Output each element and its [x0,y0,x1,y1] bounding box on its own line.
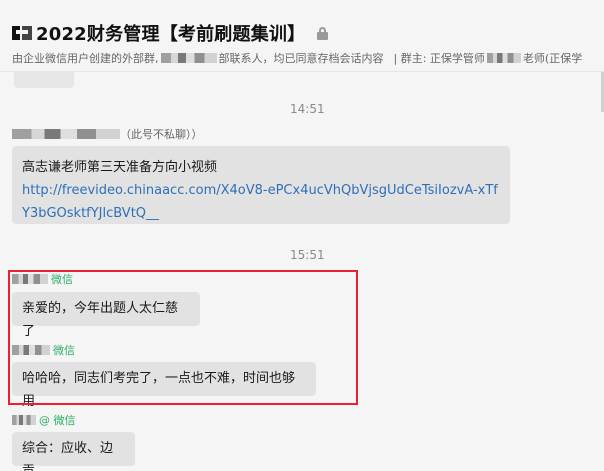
video-link[interactable]: http://freevideo.chinaacc.com/X4oV8-ePCx… [22,179,500,225]
sender-name-redacted [12,129,120,139]
timestamp: 15:51 [290,248,325,262]
subtitle-prefix: 由企业微信用户创建的外部群, [12,52,159,65]
chat-title-row: 2022财务管理【考前刷题集训】 [12,20,329,46]
highlight-annotation [8,270,358,405]
message-text: 高志谦老师第三天准备方向小视频 [22,160,218,175]
message-bubble-partial [14,72,74,88]
message-bubble[interactable]: 高志谦老师第三天准备方向小视频 http://freevideo.chinaac… [12,146,510,224]
chat-header: 2022财务管理【考前刷题集训】 由企业微信用户创建的外部群, 部联系人，均已同… [0,0,604,72]
sender-note: （此号不私聊）） [120,128,203,141]
message-bubble[interactable]: 综合：应收、边贡 [12,432,135,471]
message-sender: @ 微信 [12,412,76,428]
redacted-owner [486,53,521,63]
group-avatar-icon [12,24,34,42]
subtitle-suffix: 部联系人，均已同意存档会话内容 [218,52,384,65]
message-sender: （此号不私聊）） [12,126,203,142]
timestamp: 14:51 [290,102,325,116]
sender-name-redacted [12,415,36,425]
wechat-tag: @ 微信 [39,414,76,427]
group-owner-suffix: 老师(正保学 [522,52,583,65]
message-text: 综合：应收、边贡 [22,441,114,471]
lock-icon [317,26,329,40]
group-owner-label: | 群主: 正保学管师 [393,52,485,65]
chat-subtitle: 由企业微信用户创建的外部群, 部联系人，均已同意存档会话内容 | 群主: 正保学… [12,50,582,66]
redacted-text [160,53,217,63]
chat-title[interactable]: 2022财务管理【考前刷题集训】 [36,20,305,46]
